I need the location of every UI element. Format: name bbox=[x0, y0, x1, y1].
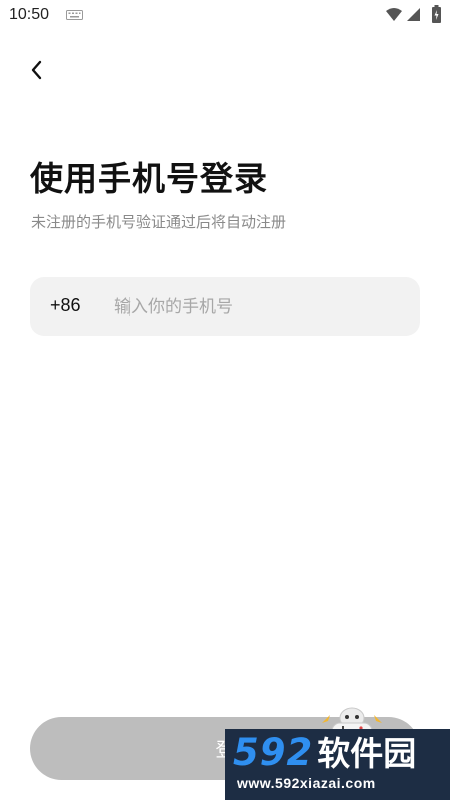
country-code-selector[interactable]: +86 bbox=[50, 295, 81, 316]
battery-icon bbox=[432, 5, 441, 23]
back-button[interactable] bbox=[22, 56, 50, 84]
watermark-digits: 592 bbox=[233, 731, 314, 774]
status-bar: 10:50 bbox=[0, 0, 450, 32]
chevron-left-icon bbox=[31, 60, 42, 80]
signal-icon bbox=[407, 8, 420, 21]
keyboard-icon bbox=[66, 10, 83, 20]
watermark: 592 软件园 www.592xiazai.com bbox=[225, 729, 450, 800]
page-title: 使用手机号登录 bbox=[30, 159, 268, 198]
phone-field[interactable]: +86 bbox=[30, 277, 420, 336]
status-time: 10:50 bbox=[9, 6, 50, 23]
watermark-name: 软件园 bbox=[317, 734, 417, 773]
phone-input[interactable] bbox=[114, 277, 410, 336]
wifi-icon bbox=[386, 8, 402, 21]
watermark-url: www.592xiazai.com bbox=[237, 775, 376, 791]
page-subtitle: 未注册的手机号验证通过后将自动注册 bbox=[31, 213, 287, 231]
watermark-brand: 592 软件园 bbox=[233, 733, 416, 774]
